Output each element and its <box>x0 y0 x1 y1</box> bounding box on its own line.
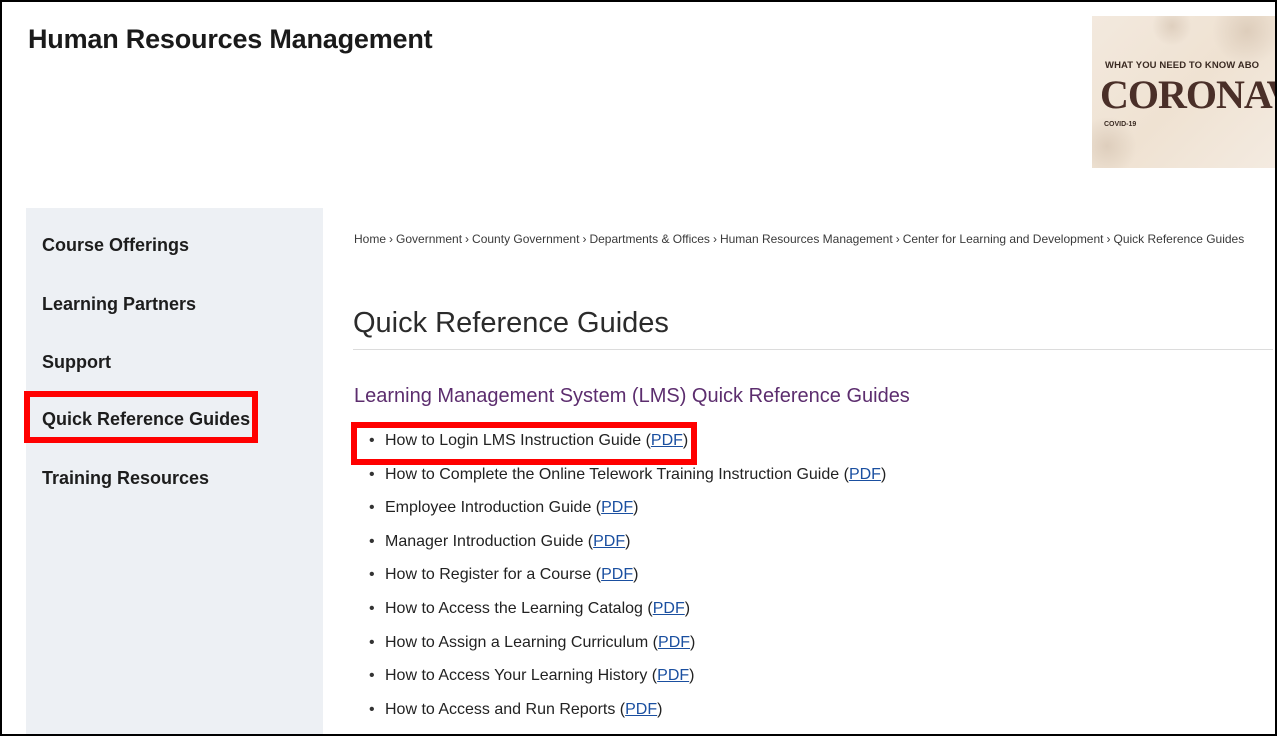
guide-title: Employee Introduction Guide <box>385 499 592 517</box>
virus-graphic <box>1152 16 1192 46</box>
bullet-icon: • <box>369 667 375 685</box>
banner-headline: CORONAVI <box>1100 72 1275 117</box>
guide-title: How to Access and Run Reports <box>385 700 616 718</box>
breadcrumb-separator: › <box>465 232 470 246</box>
bullet-icon: • <box>369 599 375 617</box>
list-item: • Manager Introduction Guide (PDF) <box>369 532 631 550</box>
coronavirus-banner[interactable]: WHAT YOU NEED TO KNOW ABO CORONAVI COVID… <box>1092 16 1275 168</box>
sidebar-item-support[interactable]: Support <box>42 352 111 373</box>
banner-subtitle: COVID-19 <box>1104 121 1137 128</box>
pdf-link[interactable]: PDF <box>653 600 685 617</box>
breadcrumb: Home › Government › County Government › Depart… <box>354 230 1274 249</box>
sidebar-item-learning-partners[interactable]: Learning Partners <box>42 294 196 315</box>
guide-list: • How to Login LMS Instruction Guide (PDF… <box>369 432 886 734</box>
bullet-icon: • <box>369 465 375 483</box>
list-item: • How to Register for a Course (PDF) <box>369 566 639 584</box>
highlight-box-sidebar <box>24 391 258 443</box>
breadcrumb-separator: › <box>389 232 394 246</box>
list-item: • How to Access Your Learning History (PD… <box>369 667 695 685</box>
list-item: • How to Complete the Online Telework Tra… <box>369 465 887 483</box>
pdf-link[interactable]: PDF <box>601 499 633 516</box>
list-item: • How to Access the Learning Catalog (PDF… <box>369 599 691 617</box>
breadcrumb-government[interactable]: Government <box>396 232 462 246</box>
pdf-link[interactable]: PDF <box>657 667 689 684</box>
breadcrumb-center-learning-development[interactable]: Center for Learning and Development <box>903 232 1104 246</box>
sidebar-item-course-offerings[interactable]: Course Offerings <box>42 235 189 256</box>
breadcrumb-separator: › <box>712 232 717 246</box>
breadcrumb-human-resources-management[interactable]: Human Resources Management <box>720 232 893 246</box>
guide-title: How to Register for a Course <box>385 566 592 584</box>
breadcrumb-departments-offices[interactable]: Departments & Offices <box>589 232 710 246</box>
page-title: Quick Reference Guides <box>353 307 669 339</box>
bullet-icon: • <box>369 499 375 517</box>
list-item: • How to Access and Run Reports (PDF) <box>369 700 663 718</box>
guide-title: How to Assign a Learning Curriculum <box>385 633 649 651</box>
virus-graphic <box>1212 16 1275 66</box>
breadcrumb-county-government[interactable]: County Government <box>472 232 579 246</box>
breadcrumb-current: Quick Reference Guides <box>1113 232 1245 246</box>
guide-title: How to Access Your Learning History <box>385 667 648 685</box>
pdf-link[interactable]: PDF <box>849 466 881 483</box>
site-title[interactable]: Human Resources Management <box>28 24 433 55</box>
pdf-link[interactable]: PDF <box>625 701 657 718</box>
section-heading: Learning Management System (LMS) Quick R… <box>354 385 910 407</box>
guide-title: Manager Introduction Guide <box>385 532 584 550</box>
page-frame: Human Resources Management WHAT YOU NEED… <box>0 0 1277 736</box>
sidebar-item-training-resources[interactable]: Training Resources <box>42 468 209 489</box>
breadcrumb-separator: › <box>895 232 900 246</box>
pdf-link[interactable]: PDF <box>658 634 690 651</box>
sidebar: Course Offerings Learning Partners Suppo… <box>26 208 323 734</box>
highlight-box-guide <box>351 422 697 465</box>
bullet-icon: • <box>369 633 375 651</box>
breadcrumb-separator: › <box>582 232 587 246</box>
guide-title: How to Access the Learning Catalog <box>385 599 643 617</box>
list-item: • How to Assign a Learning Curriculum (PD… <box>369 633 696 651</box>
list-item: • Employee Introduction Guide (PDF) <box>369 499 639 517</box>
pdf-link[interactable]: PDF <box>601 566 633 583</box>
breadcrumb-separator: › <box>1106 232 1111 246</box>
pdf-link[interactable]: PDF <box>593 533 625 550</box>
bullet-icon: • <box>369 700 375 718</box>
guide-title: How to Complete the Online Telework Trai… <box>385 465 840 483</box>
title-divider <box>353 349 1273 350</box>
breadcrumb-home[interactable]: Home <box>354 232 386 246</box>
banner-kicker: WHAT YOU NEED TO KNOW ABO <box>1105 60 1260 71</box>
bullet-icon: • <box>369 532 375 550</box>
bullet-icon: • <box>369 566 375 584</box>
